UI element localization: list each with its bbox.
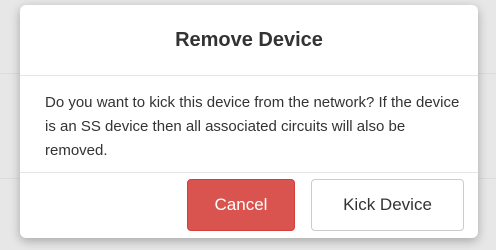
dialog-title: Remove Device bbox=[175, 28, 323, 51]
dialog-footer: Cancel Kick Device bbox=[20, 173, 478, 237]
remove-device-dialog: Remove Device Do you want to kick this d… bbox=[20, 5, 478, 238]
kick-device-button[interactable]: Kick Device bbox=[311, 179, 464, 231]
cancel-button[interactable]: Cancel bbox=[187, 179, 295, 231]
dialog-message: Do you want to kick this device from the… bbox=[45, 94, 460, 159]
dialog-header: Remove Device bbox=[20, 5, 478, 76]
dialog-body: Do you want to kick this device from the… bbox=[20, 76, 478, 173]
